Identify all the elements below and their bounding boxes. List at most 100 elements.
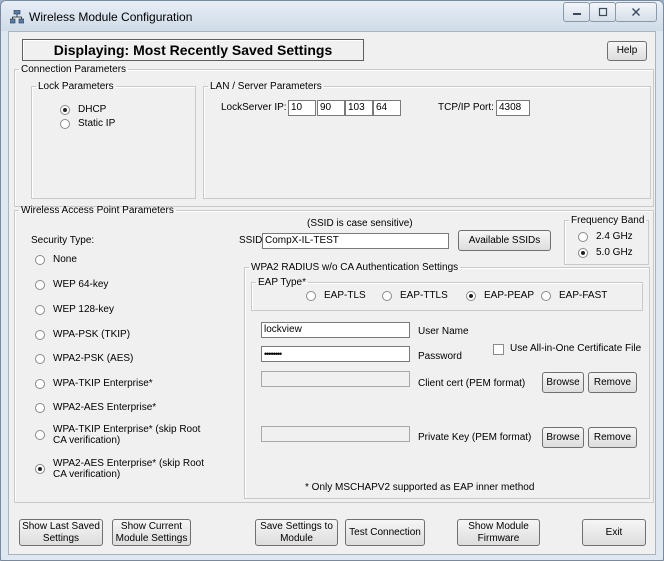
security-option-label: WPA2-PSK (AES) [53,353,134,364]
app-window: Wireless Module Configuration Displaying… [0,0,664,561]
private-key-label: Private Key (PEM format) [418,432,532,443]
tcp-port-input[interactable]: 4308 [496,100,530,116]
exit-button[interactable]: Exit [582,519,646,546]
radio-selected-icon [60,105,70,115]
radio-selected-icon [578,248,588,258]
maximize-icon[interactable] [589,2,616,22]
eap-option-fast[interactable]: EAP-FAST [541,290,607,301]
show-firmware-button[interactable]: Show Module Firmware [457,519,540,546]
security-option-wpa2-psk[interactable]: WPA2-PSK (AES) [35,353,133,364]
frequency-option-5-0ghz[interactable]: 5.0 GHz [578,247,633,258]
security-option-wpa-tkip-enterprise[interactable]: WPA-TKIP Enterprise* [35,378,153,389]
security-type-label: Security Type: [31,235,95,246]
close-icon[interactable] [615,2,657,22]
client-cert-input[interactable] [261,371,410,387]
minimize-icon[interactable] [563,2,590,22]
security-option-wpa2-aes-enterprise[interactable]: WPA2-AES Enterprise* [35,402,156,413]
lock-parameters-legend: Lock Parameters [38,81,114,92]
security-option-label: WPA-TKIP Enterprise* [53,378,153,389]
lock-option-label: Static IP [78,118,116,129]
frequency-option-label: 5.0 GHz [596,247,633,258]
lock-option-label: DHCP [78,104,107,115]
private-key-input[interactable] [261,426,410,442]
security-option-label: WEP 64-key [53,279,109,290]
all-in-one-label: Use All-in-One Certificate File [510,343,642,354]
radio-unselected-icon [382,291,392,301]
ip-octet-4-input[interactable]: 64 [373,100,401,116]
eap-type-legend: EAP Type* [258,277,306,288]
radio-unselected-icon [35,379,45,389]
show-last-saved-button[interactable]: Show Last Saved Settings [19,519,103,546]
security-option-label: WPA-PSK (TKIP) [53,329,131,340]
radio-selected-icon [35,464,45,474]
eap-option-label: EAP-TLS [324,290,366,301]
radius-settings-legend: WPA2 RADIUS w/o CA Authentication Settin… [251,262,459,273]
lock-option-static-ip[interactable]: Static IP [60,118,115,129]
available-ssids-button[interactable]: Available SSIDs [458,230,551,251]
test-connection-button[interactable]: Test Connection [345,519,425,546]
security-option-label: WPA2-AES Enterprise* [53,402,157,413]
security-option-label: WPA-TKIP Enterprise* (skip Root CA verif… [53,424,201,446]
client-cert-browse-button[interactable]: Browse [542,372,584,393]
title-bar: Wireless Module Configuration [1,1,663,31]
all-in-one-checkbox[interactable]: Use All-in-One Certificate File [493,343,641,355]
private-key-remove-button[interactable]: Remove [588,427,637,448]
eap-option-label: EAP-PEAP [484,290,535,301]
lan-server-legend: LAN / Server Parameters [210,81,322,92]
eap-option-tls[interactable]: EAP-TLS [306,290,366,301]
radio-unselected-icon [35,354,45,364]
show-current-settings-button[interactable]: Show Current Module Settings [112,519,191,546]
eap-option-ttls[interactable]: EAP-TTLS [382,290,448,301]
radio-unselected-icon [35,430,45,440]
private-key-browse-button[interactable]: Browse [542,427,584,448]
network-app-icon [10,10,24,24]
eap-footnote: * Only MSCHAPV2 supported as EAP inner m… [305,482,535,493]
connection-parameters-legend: Connection Parameters [21,64,127,75]
security-option-label: WEP 128-key [53,304,114,315]
radio-unselected-icon [60,119,70,129]
username-label: User Name [418,326,469,337]
ssid-note: (SSID is case sensitive) [307,218,413,229]
password-label: Password [418,351,462,362]
security-option-wep-128[interactable]: WEP 128-key [35,304,114,315]
frequency-band-legend: Frequency Band [571,215,645,226]
radio-selected-icon [466,291,476,301]
ssid-input[interactable]: CompX-IL-TEST [262,233,449,249]
security-option-wpa-tkip-skip-ca[interactable]: WPA-TKIP Enterprise* (skip Root CA verif… [35,424,210,446]
eap-option-label: EAP-FAST [559,290,608,301]
radio-unselected-icon [35,255,45,265]
tcp-port-label: TCP/IP Port: [438,102,494,113]
security-option-none[interactable]: None [35,254,77,265]
ip-octet-2-input[interactable]: 90 [317,100,345,116]
dialog-client-area: Displaying: Most Recently Saved Settings… [8,31,656,555]
checkbox-unchecked-icon [493,344,504,355]
security-option-wpa2-aes-skip-ca[interactable]: WPA2-AES Enterprise* (skip Root CA verif… [35,458,210,480]
lock-option-dhcp[interactable]: DHCP [60,104,106,115]
security-option-label: None [53,254,77,265]
password-input[interactable]: •••••••• [261,346,410,362]
username-input[interactable]: lockview [261,322,410,338]
security-option-wep-64[interactable]: WEP 64-key [35,279,108,290]
radio-unselected-icon [541,291,551,301]
radio-unselected-icon [578,232,588,242]
lock-parameters-group: Lock Parameters [31,81,196,199]
status-banner: Displaying: Most Recently Saved Settings [22,39,364,61]
save-to-module-button[interactable]: Save Settings to Module [255,519,338,546]
ip-octet-3-input[interactable]: 103 [345,100,373,116]
radio-unselected-icon [35,280,45,290]
radio-unselected-icon [306,291,316,301]
client-cert-label: Client cert (PEM format) [418,378,526,389]
help-button[interactable]: Help [607,41,647,61]
ip-octet-1-input[interactable]: 10 [288,100,316,116]
radio-unselected-icon [35,330,45,340]
radio-unselected-icon [35,305,45,315]
eap-option-peap[interactable]: EAP-PEAP [466,290,534,301]
radio-unselected-icon [35,403,45,413]
lan-server-parameters-group: LAN / Server Parameters [203,81,651,199]
client-cert-remove-button[interactable]: Remove [588,372,637,393]
frequency-option-2-4ghz[interactable]: 2.4 GHz [578,231,633,242]
security-option-label: WPA2-AES Enterprise* (skip Root CA verif… [53,458,204,480]
security-option-wpa-psk[interactable]: WPA-PSK (TKIP) [35,329,130,340]
window-title: Wireless Module Configuration [29,10,193,24]
lockserver-ip-label: LockServer IP: [221,102,287,113]
